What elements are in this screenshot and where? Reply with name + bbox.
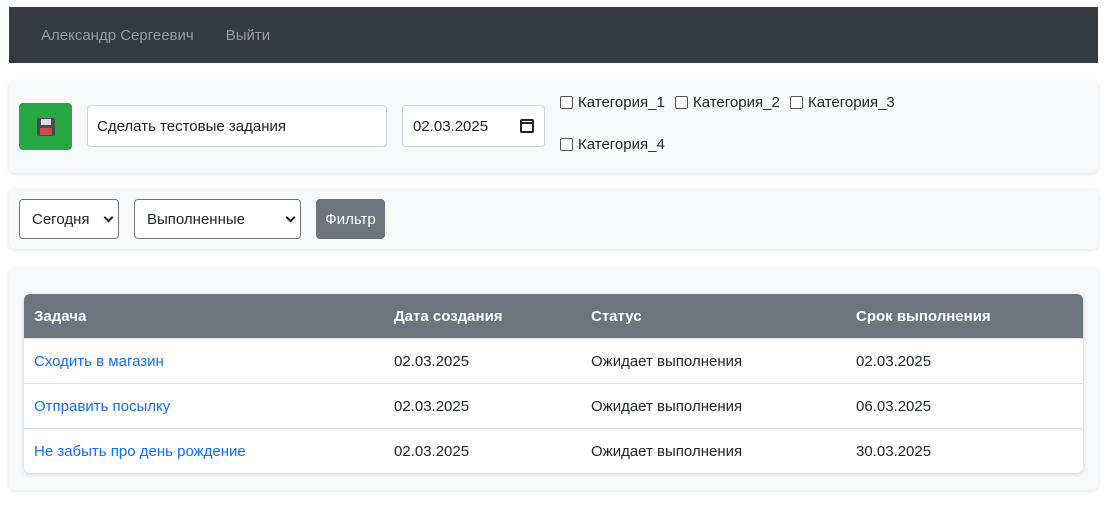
table-header: Задача Дата создания Статус Срок выполне… (24, 294, 1083, 338)
save-button[interactable] (19, 103, 72, 150)
nav-user-link[interactable]: Александр Сергеевич (41, 27, 194, 44)
created-date: 02.03.2025 (394, 442, 470, 460)
due-date: 30.03.2025 (856, 442, 932, 460)
filter-card: Сегодня Выполненные Фильтр (9, 189, 1098, 249)
navbar: Александр Сергеевич Выйти (9, 7, 1098, 63)
tasks-table: Задача Дата создания Статус Срок выполне… (24, 294, 1083, 473)
checkbox-icon[interactable] (560, 137, 573, 151)
category-checkbox-1[interactable]: Категория_1 (560, 92, 665, 112)
table-row: Отправить посылку 02.03.2025 Ожидает вып… (24, 383, 1083, 428)
floppy-disk-icon (36, 117, 55, 136)
date-input[interactable]: 02.03.2025 (402, 105, 545, 147)
table-row: Сходить в магазин 02.03.2025 Ожидает вып… (24, 338, 1083, 383)
status-select-value: Выполненные (147, 210, 245, 228)
task-link[interactable]: Не забыть про день рождение (34, 429, 246, 473)
chevron-down-icon (103, 212, 114, 222)
period-select[interactable]: Сегодня (19, 199, 119, 239)
category-checkbox-4[interactable]: Категория_4 (560, 134, 665, 154)
calendar-icon[interactable] (520, 119, 534, 133)
header-status: Статус (591, 307, 642, 325)
category-checkbox-3[interactable]: Категория_3 (789, 92, 895, 112)
header-created: Дата создания (394, 307, 503, 325)
add-task-card: Сделать тестовые задания 02.03.2025 Кате… (9, 81, 1098, 173)
status-select[interactable]: Выполненные (134, 199, 301, 239)
due-date: 06.03.2025 (856, 397, 932, 415)
checkbox-icon[interactable] (560, 95, 573, 109)
category-label: Категория_2 (692, 93, 780, 111)
checkbox-icon[interactable] (674, 95, 688, 109)
header-due: Срок выполнения (856, 307, 991, 325)
category-label: Категория_1 (578, 93, 665, 111)
task-status: Ожидает выполнения (591, 397, 743, 415)
created-date: 02.03.2025 (394, 352, 470, 370)
checkbox-icon[interactable] (789, 95, 803, 109)
task-link[interactable]: Отправить посылку (34, 384, 170, 428)
due-date: 02.03.2025 (856, 352, 932, 370)
chevron-down-icon (285, 212, 296, 222)
task-status: Ожидает выполнения (591, 442, 743, 460)
nav-logout-link[interactable]: Выйти (226, 27, 270, 44)
category-label: Категория_3 (807, 93, 895, 111)
category-label: Категория_4 (578, 135, 665, 153)
task-status: Ожидает выполнения (591, 352, 743, 370)
date-value: 02.03.2025 (413, 117, 489, 135)
created-date: 02.03.2025 (394, 397, 470, 415)
category-checkbox-2[interactable]: Категория_2 (674, 92, 780, 112)
filter-button[interactable]: Фильтр (316, 199, 385, 239)
task-link[interactable]: Сходить в магазин (34, 339, 164, 383)
period-select-value: Сегодня (32, 210, 90, 228)
tasks-card: Задача Дата создания Статус Срок выполне… (9, 268, 1098, 490)
header-task: Задача (34, 307, 87, 325)
table-row: Не забыть про день рождение 02.03.2025 О… (24, 428, 1083, 473)
task-input[interactable]: Сделать тестовые задания (87, 105, 387, 147)
